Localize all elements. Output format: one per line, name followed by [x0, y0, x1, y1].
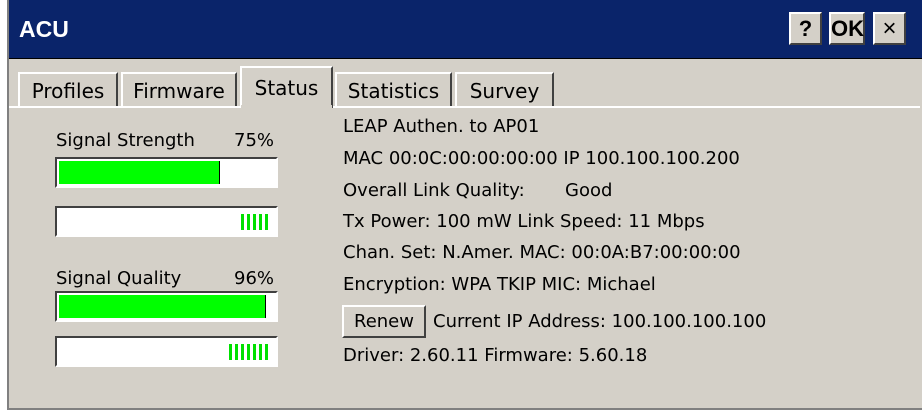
- signal-strength-bar: [55, 157, 278, 188]
- auth-status: LEAP Authen. to AP01: [343, 116, 540, 137]
- link-quality-value: Good: [565, 180, 613, 201]
- signal-quality-level: [55, 336, 278, 367]
- level-tick: [247, 344, 250, 360]
- tx-link-info: Tx Power: 100 mW Link Speed: 11 Mbps: [343, 211, 705, 232]
- tab-panel-border: [9, 106, 920, 108]
- tab-firmware[interactable]: Firmware: [121, 72, 237, 106]
- level-tick: [253, 344, 256, 360]
- signal-quality-label: Signal Quality: [56, 268, 182, 289]
- title-bar: ACU ? OK ×: [9, 0, 922, 59]
- level-tick: [259, 344, 262, 360]
- level-tick: [241, 214, 244, 230]
- level-tick: [265, 344, 268, 360]
- channel-mac-info: Chan. Set: N.Amer. MAC: 00:0A:B7:00:00:0…: [343, 242, 741, 263]
- signal-strength-value: 75%: [234, 130, 275, 151]
- level-tick: [241, 344, 244, 360]
- signal-strength-label: Signal Strength: [56, 130, 195, 151]
- tab-survey[interactable]: Survey: [455, 72, 554, 106]
- level-tick: [247, 214, 250, 230]
- level-tick: [229, 344, 232, 360]
- tab-statistics[interactable]: Statistics: [335, 72, 452, 106]
- level-tick: [259, 214, 262, 230]
- level-tick: [253, 214, 256, 230]
- current-ip-address: Current IP Address: 100.100.100.100: [433, 311, 767, 332]
- link-quality-label: Overall Link Quality:: [343, 180, 525, 201]
- driver-firmware-info: Driver: 2.60.11 Firmware: 5.60.18: [343, 345, 648, 366]
- close-button[interactable]: ×: [873, 12, 906, 45]
- signal-strength-fill: [59, 161, 221, 184]
- signal-strength-level: [55, 206, 278, 237]
- signal-quality-bar: [55, 291, 278, 322]
- tab-profiles[interactable]: Profiles: [18, 72, 118, 106]
- ok-button[interactable]: OK: [829, 12, 865, 45]
- signal-strength-ticks: [241, 214, 268, 230]
- renew-button[interactable]: Renew: [342, 305, 426, 338]
- acu-window: ACU ? OK × Profiles Firmware Status Stat…: [7, 0, 922, 410]
- level-tick: [235, 344, 238, 360]
- signal-quality-fill: [59, 295, 267, 318]
- help-button[interactable]: ?: [789, 12, 822, 45]
- level-tick: [265, 214, 268, 230]
- encryption-info: Encryption: WPA TKIP MIC: Michael: [343, 274, 656, 295]
- mac-ip-info: MAC 00:0C:00:00:00:00 IP 100.100.100.200: [343, 148, 740, 169]
- tab-status[interactable]: Status: [240, 66, 333, 108]
- window-title: ACU: [19, 16, 69, 42]
- signal-quality-value: 96%: [234, 268, 275, 289]
- signal-quality-ticks: [229, 344, 268, 360]
